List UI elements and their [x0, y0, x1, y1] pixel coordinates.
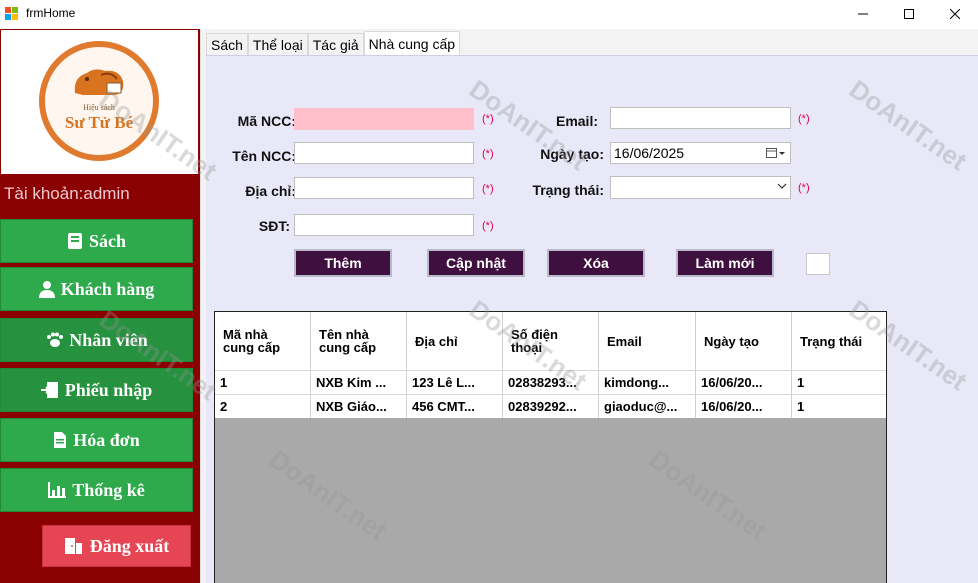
required-mark: (*) — [482, 113, 494, 125]
required-mark: (*) — [482, 183, 494, 195]
col-header[interactable]: Địa chỉ — [407, 312, 503, 370]
logout-label: Đăng xuất — [89, 535, 170, 556]
col-header[interactable]: Số điện thoại — [503, 312, 599, 370]
table-cell[interactable]: 1 — [792, 395, 886, 418]
nav-sach-button[interactable]: Sách — [0, 219, 193, 263]
nav-hoa-don-label: Hóa đơn — [73, 429, 140, 450]
table-cell[interactable]: 02839292... — [503, 395, 599, 418]
table-cell[interactable]: NXB Kim ... — [311, 371, 407, 394]
supplier-tab-page: Mã NCC: (*) Tên NCC: (*) Địa chỉ: (*) SĐ… — [206, 55, 978, 583]
required-mark: (*) — [798, 113, 810, 125]
refresh-button[interactable]: Làm mới — [676, 249, 774, 277]
nav-phieu-nhap-label: Phiếu nhập — [64, 379, 153, 400]
title-bar: frmHome — [0, 0, 978, 28]
dia-chi-field[interactable] — [294, 177, 474, 199]
ma-ncc-label: Mã NCC: — [237, 113, 296, 129]
table-cell[interactable]: 123 Lê L... — [407, 371, 503, 394]
trang-thai-label: Trạng thái: — [532, 182, 604, 198]
table-cell[interactable]: 16/06/20... — [696, 371, 792, 394]
ngay-tao-label: Ngày tạo: — [540, 146, 604, 162]
nav-thong-ke-label: Thống kê — [72, 479, 145, 500]
nav-nhan-vien-button[interactable]: Nhân viên — [0, 318, 193, 362]
table-cell[interactable]: NXB Giáo... — [311, 395, 407, 418]
ten-ncc-label: Tên NCC: — [232, 148, 296, 164]
sdt-field[interactable] — [294, 214, 474, 236]
ngay-tao-value: 16/06/2025 — [614, 145, 685, 161]
calendar-icon[interactable] — [766, 147, 786, 159]
minimize-icon — [858, 13, 868, 15]
tab-sach[interactable]: Sách — [206, 33, 248, 55]
table-cell[interactable]: 456 CMT... — [407, 395, 503, 418]
paw-icon — [45, 332, 64, 348]
supplier-grid[interactable]: Mã nhà cung cấp Tên nhà cung cấp Địa chỉ… — [214, 311, 887, 583]
col-header[interactable]: Ngày tạo — [696, 312, 792, 370]
ten-ncc-field[interactable] — [294, 142, 474, 164]
col-header[interactable]: Email — [599, 312, 696, 370]
tab-tac-gia[interactable]: Tác giả — [307, 33, 364, 55]
table-row[interactable]: 1 NXB Kim ... 123 Lê L... 02838293... ki… — [215, 370, 886, 394]
nav-khach-hang-label: Khách hàng — [60, 278, 155, 299]
user-icon — [38, 280, 55, 298]
lion-icon — [74, 69, 124, 95]
main-panel: Sách Thể loại Tác giả Nhà cung cấp Mã NC… — [200, 29, 978, 583]
table-cell[interactable]: 1 — [215, 371, 311, 394]
window-title: frmHome — [26, 6, 76, 20]
nav-thong-ke-button[interactable]: Thống kê — [0, 468, 193, 512]
ma-ncc-field[interactable] — [294, 108, 474, 130]
close-icon — [950, 9, 960, 19]
maximize-button[interactable] — [886, 0, 932, 28]
table-cell[interactable]: 1 — [792, 371, 886, 394]
ngay-tao-picker[interactable]: 16/06/2025 — [610, 142, 791, 164]
tab-nha-cung-cap[interactable]: Nhà cung cấp — [363, 31, 461, 56]
logo-box: Hiệu sách Sư Tử Bé — [1, 30, 198, 174]
email-field[interactable] — [610, 107, 791, 129]
table-cell[interactable]: kimdong... — [599, 371, 696, 394]
logo-title: Sư Tử Bé — [64, 113, 134, 132]
sidebar: Hiệu sách Sư Tử Bé Tài khoản:admin Sách … — [0, 29, 200, 583]
nav-sach-label: Sách — [88, 230, 126, 251]
nav-khach-hang-button[interactable]: Khách hàng — [0, 267, 193, 311]
logo-subtitle: Hiệu sách — [83, 103, 115, 112]
account-label: Tài khoản:admin — [4, 184, 130, 203]
nav-nhan-vien-label: Nhân viên — [69, 329, 148, 350]
required-mark: (*) — [482, 148, 494, 160]
table-cell[interactable]: giaoduc@... — [599, 395, 696, 418]
table-cell[interactable]: 2 — [215, 395, 311, 418]
grid-header: Mã nhà cung cấp Tên nhà cung cấp Địa chỉ… — [215, 312, 886, 370]
import-icon — [40, 381, 59, 399]
chevron-down-icon — [777, 182, 787, 193]
add-button[interactable]: Thêm — [294, 249, 392, 277]
col-header[interactable]: Mã nhà cung cấp — [215, 312, 311, 370]
receipt-icon — [53, 431, 67, 449]
nav-phieu-nhap-button[interactable]: Phiếu nhập — [0, 368, 193, 412]
maximize-icon — [904, 9, 914, 19]
logo: Hiệu sách Sư Tử Bé — [39, 41, 159, 161]
col-header[interactable]: Tên nhà cung cấp — [311, 312, 407, 370]
tab-the-loai[interactable]: Thể loại — [247, 33, 308, 55]
nav-hoa-don-button[interactable]: Hóa đơn — [0, 418, 193, 462]
blank-box[interactable] — [806, 253, 830, 275]
close-button[interactable] — [932, 0, 978, 28]
chart-icon — [48, 482, 67, 498]
required-mark: (*) — [798, 182, 810, 194]
delete-button[interactable]: Xóa — [547, 249, 645, 277]
col-header[interactable]: Trạng thái — [792, 312, 886, 370]
trang-thai-select[interactable] — [610, 176, 791, 199]
table-cell[interactable]: 16/06/20... — [696, 395, 792, 418]
email-label: Email: — [555, 113, 598, 129]
update-button[interactable]: Cập nhật — [427, 249, 525, 277]
sdt-label: SĐT: — [258, 218, 290, 234]
minimize-button[interactable] — [840, 0, 886, 28]
book-icon — [67, 232, 83, 250]
table-cell[interactable]: 02838293... — [503, 371, 599, 394]
logout-button[interactable]: Đăng xuất — [42, 525, 191, 567]
required-mark: (*) — [482, 220, 494, 232]
door-icon — [64, 537, 84, 555]
dia-chi-label: Địa chỉ: — [245, 183, 296, 199]
tab-strip: Sách Thể loại Tác giả Nhà cung cấp — [206, 31, 461, 56]
table-row[interactable]: 2 NXB Giáo... 456 CMT... 02839292... gia… — [215, 394, 886, 418]
app-icon — [5, 7, 19, 21]
